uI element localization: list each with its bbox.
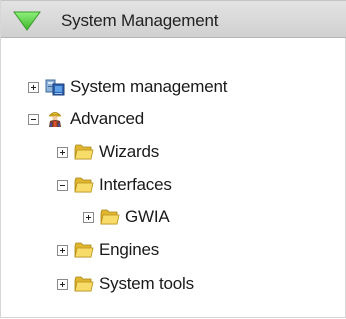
tree-item-gwia[interactable]: GWIA	[83, 203, 170, 231]
folder-icon	[100, 209, 120, 225]
tree-item-label: GWIA	[125, 207, 170, 226]
system-management-panel: System Management System management Adva…	[0, 0, 346, 318]
folder-icon	[74, 276, 94, 292]
tree-item-label: System management	[70, 77, 228, 96]
tree-item-advanced[interactable]: Advanced	[28, 105, 144, 133]
tree-item-label: Interfaces	[99, 175, 172, 194]
tree-item-label: Engines	[99, 240, 160, 259]
expand-plus-icon[interactable]	[57, 146, 68, 158]
tree-item-interfaces[interactable]: Interfaces	[57, 171, 172, 199]
tree-item-system-management[interactable]: System management	[28, 73, 227, 101]
navigation-tree: System management Advanced Wizards Inter…	[1, 0, 346, 319]
tree-item-label: Wizards	[99, 142, 159, 161]
expand-plus-icon[interactable]	[28, 81, 39, 93]
expand-plus-icon[interactable]	[57, 278, 68, 290]
collapse-minus-icon[interactable]	[28, 113, 39, 125]
folder-icon	[74, 242, 94, 258]
tree-item-label: System tools	[99, 274, 194, 293]
folder-open-icon	[74, 177, 94, 193]
tree-item-wizards[interactable]: Wizards	[57, 138, 159, 166]
tree-item-system-tools[interactable]: System tools	[57, 270, 194, 298]
collapse-minus-icon[interactable]	[57, 179, 68, 191]
folder-icon	[74, 144, 94, 160]
computer-icon	[45, 79, 65, 96]
expand-plus-icon[interactable]	[83, 211, 94, 223]
expand-plus-icon[interactable]	[57, 244, 68, 256]
tree-item-label: Advanced	[70, 109, 145, 128]
engineer-icon	[49, 112, 61, 127]
tree-item-engines[interactable]: Engines	[57, 236, 159, 264]
